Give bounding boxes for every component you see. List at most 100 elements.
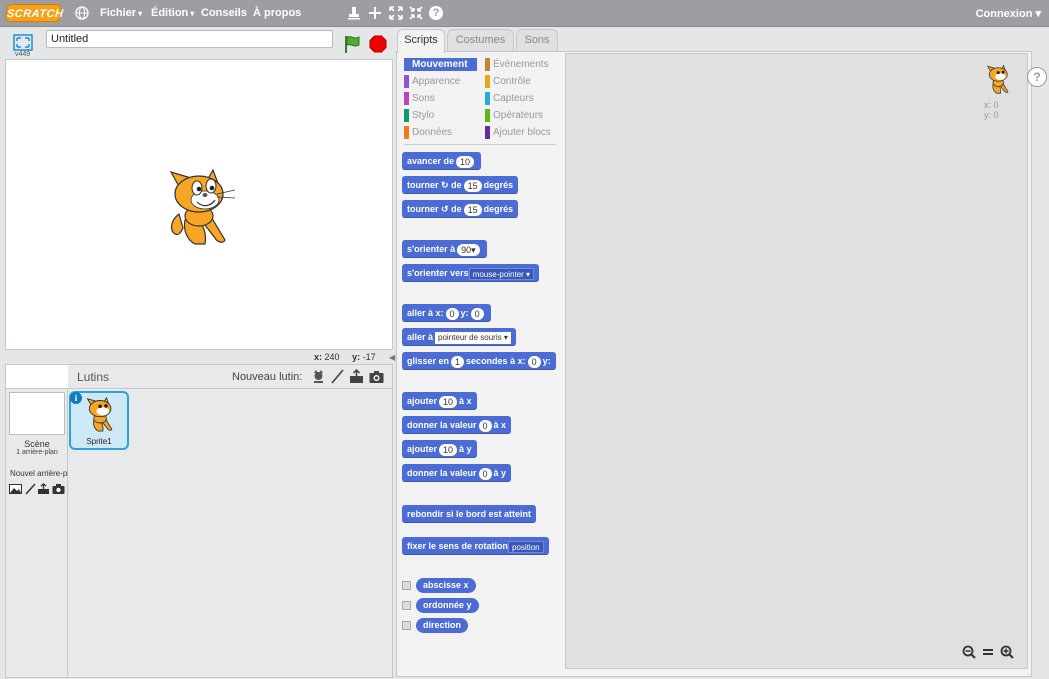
tab-scripts[interactable]: Scripts xyxy=(397,29,445,53)
block-text: tourner xyxy=(407,180,439,190)
number-input[interactable]: 10 xyxy=(439,443,458,456)
help-icon[interactable]: ? xyxy=(429,6,443,20)
zoom-reset-icon[interactable] xyxy=(981,645,995,659)
scratch-logo[interactable]: SCRATCH xyxy=(5,4,64,22)
x-input[interactable]: 0 xyxy=(445,307,459,320)
collapse-stage-icon[interactable]: ◀ xyxy=(389,353,395,362)
connexion-menu[interactable]: Connexion ▾ xyxy=(976,7,1041,20)
block-avancer[interactable]: avancer de 10 xyxy=(402,152,482,170)
sprite-library-icon[interactable] xyxy=(311,369,326,384)
reporter-abscisse-x[interactable]: abscisse x xyxy=(416,578,476,593)
grow-icon[interactable] xyxy=(388,5,404,21)
block-text: ajouter xyxy=(407,444,438,454)
block-ajouter-y[interactable]: ajouter 10 à y xyxy=(402,440,477,458)
stage[interactable] xyxy=(5,59,393,350)
block-glisser[interactable]: glisser en 1 secondes à x: 0 y: xyxy=(402,352,556,370)
tab-sons[interactable]: Sons xyxy=(516,29,558,51)
block-text: fixer le sens de rotation xyxy=(407,541,509,551)
number-input[interactable]: 15 xyxy=(463,203,482,216)
direction-input[interactable]: 90▾ xyxy=(457,243,480,256)
camera-sprite-icon[interactable] xyxy=(369,369,384,384)
zoom-out-icon[interactable] xyxy=(962,645,976,659)
y-input[interactable]: 0 xyxy=(470,307,484,320)
menu-edition[interactable]: Édition ▾ xyxy=(151,7,194,19)
cut-icon[interactable] xyxy=(367,5,383,21)
menu-fichier-label: Fichier xyxy=(100,7,137,19)
block-ajouter-x[interactable]: ajouter 10 à x xyxy=(402,392,477,410)
category-operateurs[interactable]: Opérateurs xyxy=(485,109,543,122)
reporter-ordonnee-y[interactable]: ordonnée y xyxy=(416,598,479,613)
stamp-icon[interactable] xyxy=(346,5,362,21)
fullscreen-icon[interactable] xyxy=(13,34,33,51)
x-label: x: xyxy=(314,352,323,362)
block-text: tourner xyxy=(407,204,439,214)
top-menu-bar: SCRATCH Fichier ▾ Édition ▾ Conseils À pro… xyxy=(0,0,1049,27)
block-text: y: xyxy=(542,356,551,366)
block-text: à y xyxy=(459,444,472,454)
chevron-down-icon: ▾ xyxy=(138,9,143,18)
sprites-title: Lutins xyxy=(77,370,110,384)
checkbox-direction[interactable] xyxy=(402,621,411,630)
menu-fichier[interactable]: Fichier ▾ xyxy=(100,7,142,19)
block-aller-a[interactable]: aller à pointeur de souris ▾ xyxy=(402,328,516,346)
category-apparence[interactable]: Apparence xyxy=(404,75,460,88)
block-sens-rotation[interactable]: fixer le sens de rotation position xyxy=(402,537,549,555)
checkbox-abscisse[interactable] xyxy=(402,581,411,590)
camera-icon[interactable] xyxy=(52,483,65,495)
category-donnees[interactable]: Données xyxy=(404,126,452,139)
upload-icon[interactable] xyxy=(37,483,50,495)
block-orienter-a[interactable]: s'orienter à 90▾ xyxy=(402,240,487,258)
block-tourner-gauche[interactable]: tourner ↺ de 15 degrés xyxy=(402,200,519,218)
number-input[interactable]: 10 xyxy=(439,395,458,408)
project-title-input[interactable] xyxy=(46,30,333,48)
number-input[interactable]: 15 xyxy=(463,179,482,192)
reporter-direction[interactable]: direction xyxy=(416,618,469,633)
tab-costumes[interactable]: Costumes xyxy=(447,29,514,51)
sprite-thumbnail[interactable]: i Sprite1 xyxy=(69,391,129,450)
block-rebondir[interactable]: rebondir si le bord est atteint xyxy=(402,505,537,523)
block-text: s'orienter vers xyxy=(407,268,469,278)
backdrop-library-icon[interactable] xyxy=(9,483,22,495)
category-mouvement[interactable]: Mouvement xyxy=(404,58,477,71)
category-label: Contrôle xyxy=(493,76,531,87)
target-dropdown[interactable]: pointeur de souris ▾ xyxy=(435,331,511,344)
upload-sprite-icon[interactable] xyxy=(349,369,364,384)
category-ajouter-blocs[interactable]: Ajouter blocs xyxy=(485,126,551,139)
category-stylo[interactable]: Stylo xyxy=(404,109,434,122)
category-sons[interactable]: Sons xyxy=(404,92,435,105)
number-input[interactable]: 0 xyxy=(478,419,492,432)
canvas-y-readout: y: 0 xyxy=(984,110,999,120)
block-aller-xy[interactable]: aller à x: 0 y: 0 xyxy=(402,304,491,322)
help-icon[interactable]: ? xyxy=(1027,67,1047,87)
block-valeur-y[interactable]: donner la valeur 0 à y xyxy=(402,464,512,482)
stop-icon[interactable] xyxy=(369,35,387,53)
scene-thumbnail[interactable] xyxy=(9,392,65,435)
cat-thumbnail-icon xyxy=(86,396,113,432)
paint-icon[interactable] xyxy=(24,483,37,495)
menu-conseils[interactable]: Conseils xyxy=(201,7,247,19)
block-orienter-vers[interactable]: s'orienter vers mouse-pointer ▾ xyxy=(402,264,540,282)
block-text: donner la valeur xyxy=(407,468,477,478)
block-text: avancer de xyxy=(407,156,455,166)
category-evenements[interactable]: Événements xyxy=(485,58,549,71)
green-flag-icon[interactable] xyxy=(342,34,362,54)
paint-brush-icon[interactable] xyxy=(330,369,345,384)
menu-a-propos[interactable]: À propos xyxy=(253,7,301,19)
cat-sprite[interactable] xyxy=(161,164,241,248)
checkbox-ordonnee[interactable] xyxy=(402,601,411,610)
shrink-icon[interactable] xyxy=(408,5,424,21)
zoom-in-icon[interactable] xyxy=(1000,645,1014,659)
scripts-canvas[interactable] xyxy=(565,53,1028,669)
x-input[interactable]: 0 xyxy=(527,355,541,368)
target-dropdown[interactable]: mouse-pointer ▾ xyxy=(468,267,535,280)
info-icon[interactable]: i xyxy=(70,392,82,404)
block-valeur-x[interactable]: donner la valeur 0 à x xyxy=(402,416,512,434)
number-input[interactable]: 0 xyxy=(478,467,492,480)
block-tourner-droite[interactable]: tourner ↻ de 15 degrés xyxy=(402,176,519,194)
number-input[interactable]: 10 xyxy=(456,155,475,168)
category-capteurs[interactable]: Capteurs xyxy=(485,92,534,105)
seconds-input[interactable]: 1 xyxy=(451,355,465,368)
category-controle[interactable]: Contrôle xyxy=(485,75,531,88)
rotation-style-dropdown[interactable]: position xyxy=(508,540,544,553)
globe-icon[interactable] xyxy=(75,6,89,20)
